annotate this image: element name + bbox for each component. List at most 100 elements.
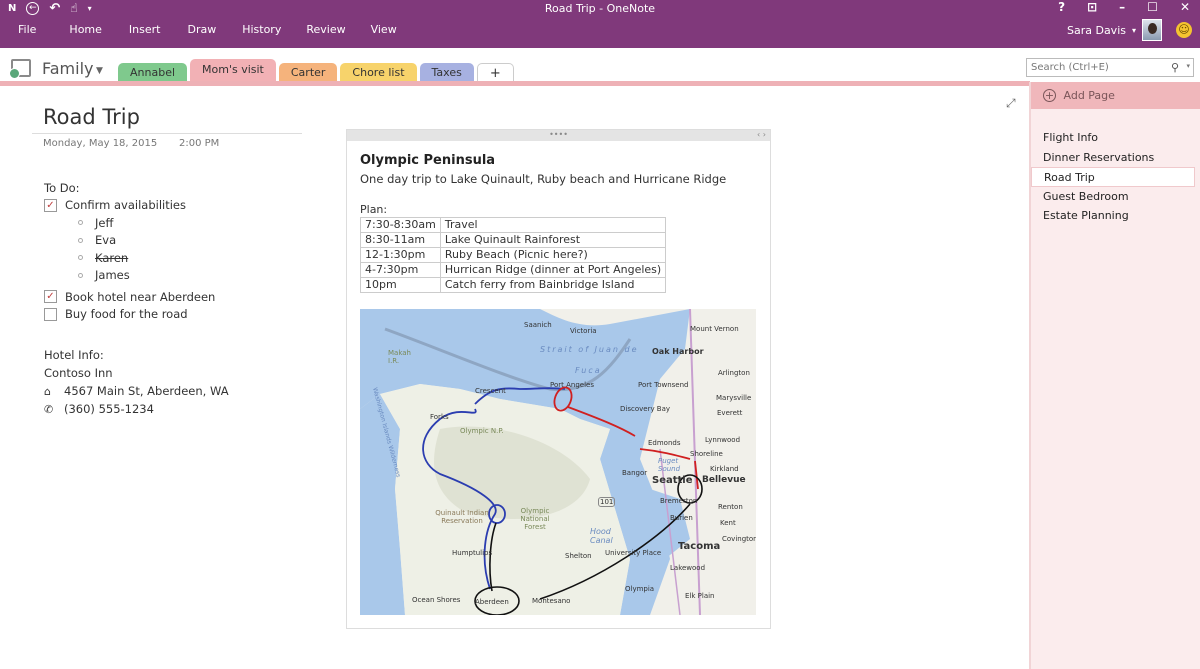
page-item-dinner-reservations[interactable]: Dinner Reservations (1031, 148, 1200, 168)
map-label: Tacoma (678, 541, 721, 552)
page-item-flight-info[interactable]: Flight Info (1031, 128, 1200, 148)
map-label: Bremerton (660, 497, 698, 505)
bullet-icon (78, 255, 83, 261)
table-row: 12-1:30pm Ruby Beach (Picnic here?) (360, 247, 667, 263)
minimize-button[interactable]: – (1119, 0, 1125, 14)
page-title[interactable]: Road Trip (43, 105, 140, 129)
schedule-activity[interactable]: Ruby Beach (Picnic here?) (439, 247, 667, 263)
page-item-road-trip[interactable]: Road Trip (1031, 167, 1195, 187)
todo-label: Book hotel near Aberdeen (65, 289, 216, 304)
close-button[interactable]: ✕ (1180, 0, 1190, 14)
map-label: 101 (598, 497, 616, 507)
add-page-button[interactable]: + Add Page (1031, 82, 1200, 109)
sub-list-item: Karen (44, 249, 215, 267)
ribbon-display-button[interactable]: ⊡ (1087, 0, 1097, 14)
tab-draw[interactable]: Draw (187, 23, 216, 36)
section-tab-annabel[interactable]: Annabel (118, 63, 188, 82)
container-resize-handle[interactable]: ‹ › (757, 130, 766, 140)
map-label: Ocean Shores (412, 596, 461, 604)
map-label: Olympia (625, 585, 655, 593)
help-button[interactable]: ? (1058, 0, 1065, 14)
map-label: Covington (722, 535, 756, 543)
sub-list-item: James (44, 267, 215, 285)
map-label: Crescent (475, 387, 506, 395)
maximize-button[interactable]: ☐ (1147, 0, 1158, 14)
feedback-smiley-icon[interactable]: ☺ (1176, 22, 1192, 38)
map-label: Humptulips (452, 549, 493, 557)
container-move-handle[interactable]: •••• ‹ › (347, 130, 770, 141)
notebook-name[interactable]: Family (42, 59, 93, 78)
map-label: Burien (670, 514, 693, 522)
section-tab-carter[interactable]: Carter (278, 63, 338, 82)
tab-home[interactable]: Home (69, 23, 101, 36)
home-icon: ⌂ (44, 384, 51, 398)
tab-view[interactable]: View (371, 23, 397, 36)
note-container[interactable]: •••• ‹ › Olympic Peninsula One day trip … (346, 129, 771, 629)
map-label: Quinault Indian Reservation (435, 509, 489, 525)
map-label: Everett (717, 409, 743, 417)
map-label: Olympic N.P. (460, 427, 504, 435)
user-name[interactable]: Sara Davis (1067, 24, 1126, 37)
page-time: 2:00 PM (179, 138, 220, 149)
page-item-estate-planning[interactable]: Estate Planning (1031, 206, 1200, 226)
map-label: Discovery Bay (620, 405, 671, 413)
schedule-time[interactable]: 7:30-8:30am (360, 217, 441, 233)
todo-checkbox-unchecked[interactable] (44, 307, 57, 321)
map-label: Victoria (570, 327, 597, 335)
schedule-time[interactable]: 12-1:30pm (360, 247, 441, 263)
tab-review[interactable]: Review (306, 23, 345, 36)
search-icon[interactable]: ⚲ (1171, 61, 1179, 74)
bullet-icon (78, 272, 83, 278)
drag-dots-icon: •••• (549, 130, 568, 139)
section-tab-taxes[interactable]: Taxes (419, 63, 474, 82)
table-row: 10pm Catch ferry from Bainbridge Island (360, 277, 667, 293)
add-section-button[interactable]: + (476, 63, 514, 82)
sub-item-label-struck: Karen (95, 250, 129, 265)
tab-history[interactable]: History (242, 23, 281, 36)
notebook-icon[interactable] (9, 59, 31, 79)
user-dropdown-icon[interactable]: ▾ (1132, 26, 1136, 35)
map-label: Lynnwood (705, 436, 741, 444)
section-tabs: Annabel Mom's visit Carter Chore list Ta… (118, 58, 517, 82)
phone-icon: ✆ (44, 402, 54, 416)
avatar[interactable] (1142, 19, 1162, 41)
section-tab-moms-visit[interactable]: Mom's visit (190, 59, 276, 82)
map-label: Makah I.R. (388, 349, 411, 365)
schedule-table: 7:30-8:30am Travel 8:30-11am Lake Quinault… (360, 217, 667, 293)
map-label: Montesano (532, 597, 571, 605)
hotel-name: Contoso Inn (44, 366, 113, 380)
window-title: Road Trip - OneNote (544, 2, 656, 15)
search-scope-dropdown[interactable]: ▾ (1186, 62, 1190, 70)
map-label: Saanich (524, 321, 552, 329)
page-item-guest-bedroom[interactable]: Guest Bedroom (1031, 187, 1200, 207)
schedule-activity[interactable]: Hurrican Ridge (dinner at Port Angeles) (439, 262, 667, 278)
notebook-bar: Family ▼ Annabel Mom's visit Carter Chor… (0, 48, 1200, 82)
map-label: Marysville (716, 394, 752, 402)
schedule-time[interactable]: 4-7:30pm (360, 262, 441, 278)
todo-checkbox-checked[interactable]: ✓ (44, 290, 57, 304)
map-label: Edmonds (648, 439, 681, 447)
schedule-time[interactable]: 10pm (360, 277, 441, 293)
schedule-time[interactable]: 8:30-11am (360, 232, 441, 248)
route-map-image[interactable]: Saanich Victoria Mount Vernon Makah I.R.… (360, 309, 756, 615)
section-tab-chore-list[interactable]: Chore list (340, 63, 417, 82)
todo-item: ✓ Book hotel near Aberdeen (44, 288, 215, 306)
search-input[interactable]: Search (Ctrl+E) ⚲ ▾ (1026, 58, 1194, 77)
full-page-view-icon[interactable]: ⤢ (1006, 96, 1016, 111)
hotel-heading: Hotel Info: (44, 348, 104, 362)
notebook-dropdown-icon[interactable]: ▼ (96, 66, 103, 76)
todo-heading: To Do: (44, 180, 80, 195)
schedule-activity[interactable]: Lake Quinault Rainforest (439, 232, 667, 248)
todo-list: To Do: ✓ Confirm availabilities Jeff Eva… (44, 179, 215, 323)
tab-file[interactable]: File (18, 23, 36, 36)
sub-item-label: Jeff (95, 215, 114, 230)
map-label: Arlington (718, 369, 750, 377)
hotel-info: Hotel Info: Contoso Inn ⌂ 4567 Main St, A… (44, 346, 229, 418)
sub-list-item: Jeff (44, 214, 215, 232)
tab-insert[interactable]: Insert (129, 23, 161, 36)
hotel-phone: (360) 555-1234 (64, 402, 154, 416)
schedule-activity[interactable]: Catch ferry from Bainbridge Island (439, 277, 667, 293)
schedule-activity[interactable]: Travel (439, 217, 667, 233)
todo-checkbox-checked[interactable]: ✓ (44, 198, 57, 212)
user-account[interactable]: Sara Davis ▾ ☺ (1067, 19, 1192, 41)
